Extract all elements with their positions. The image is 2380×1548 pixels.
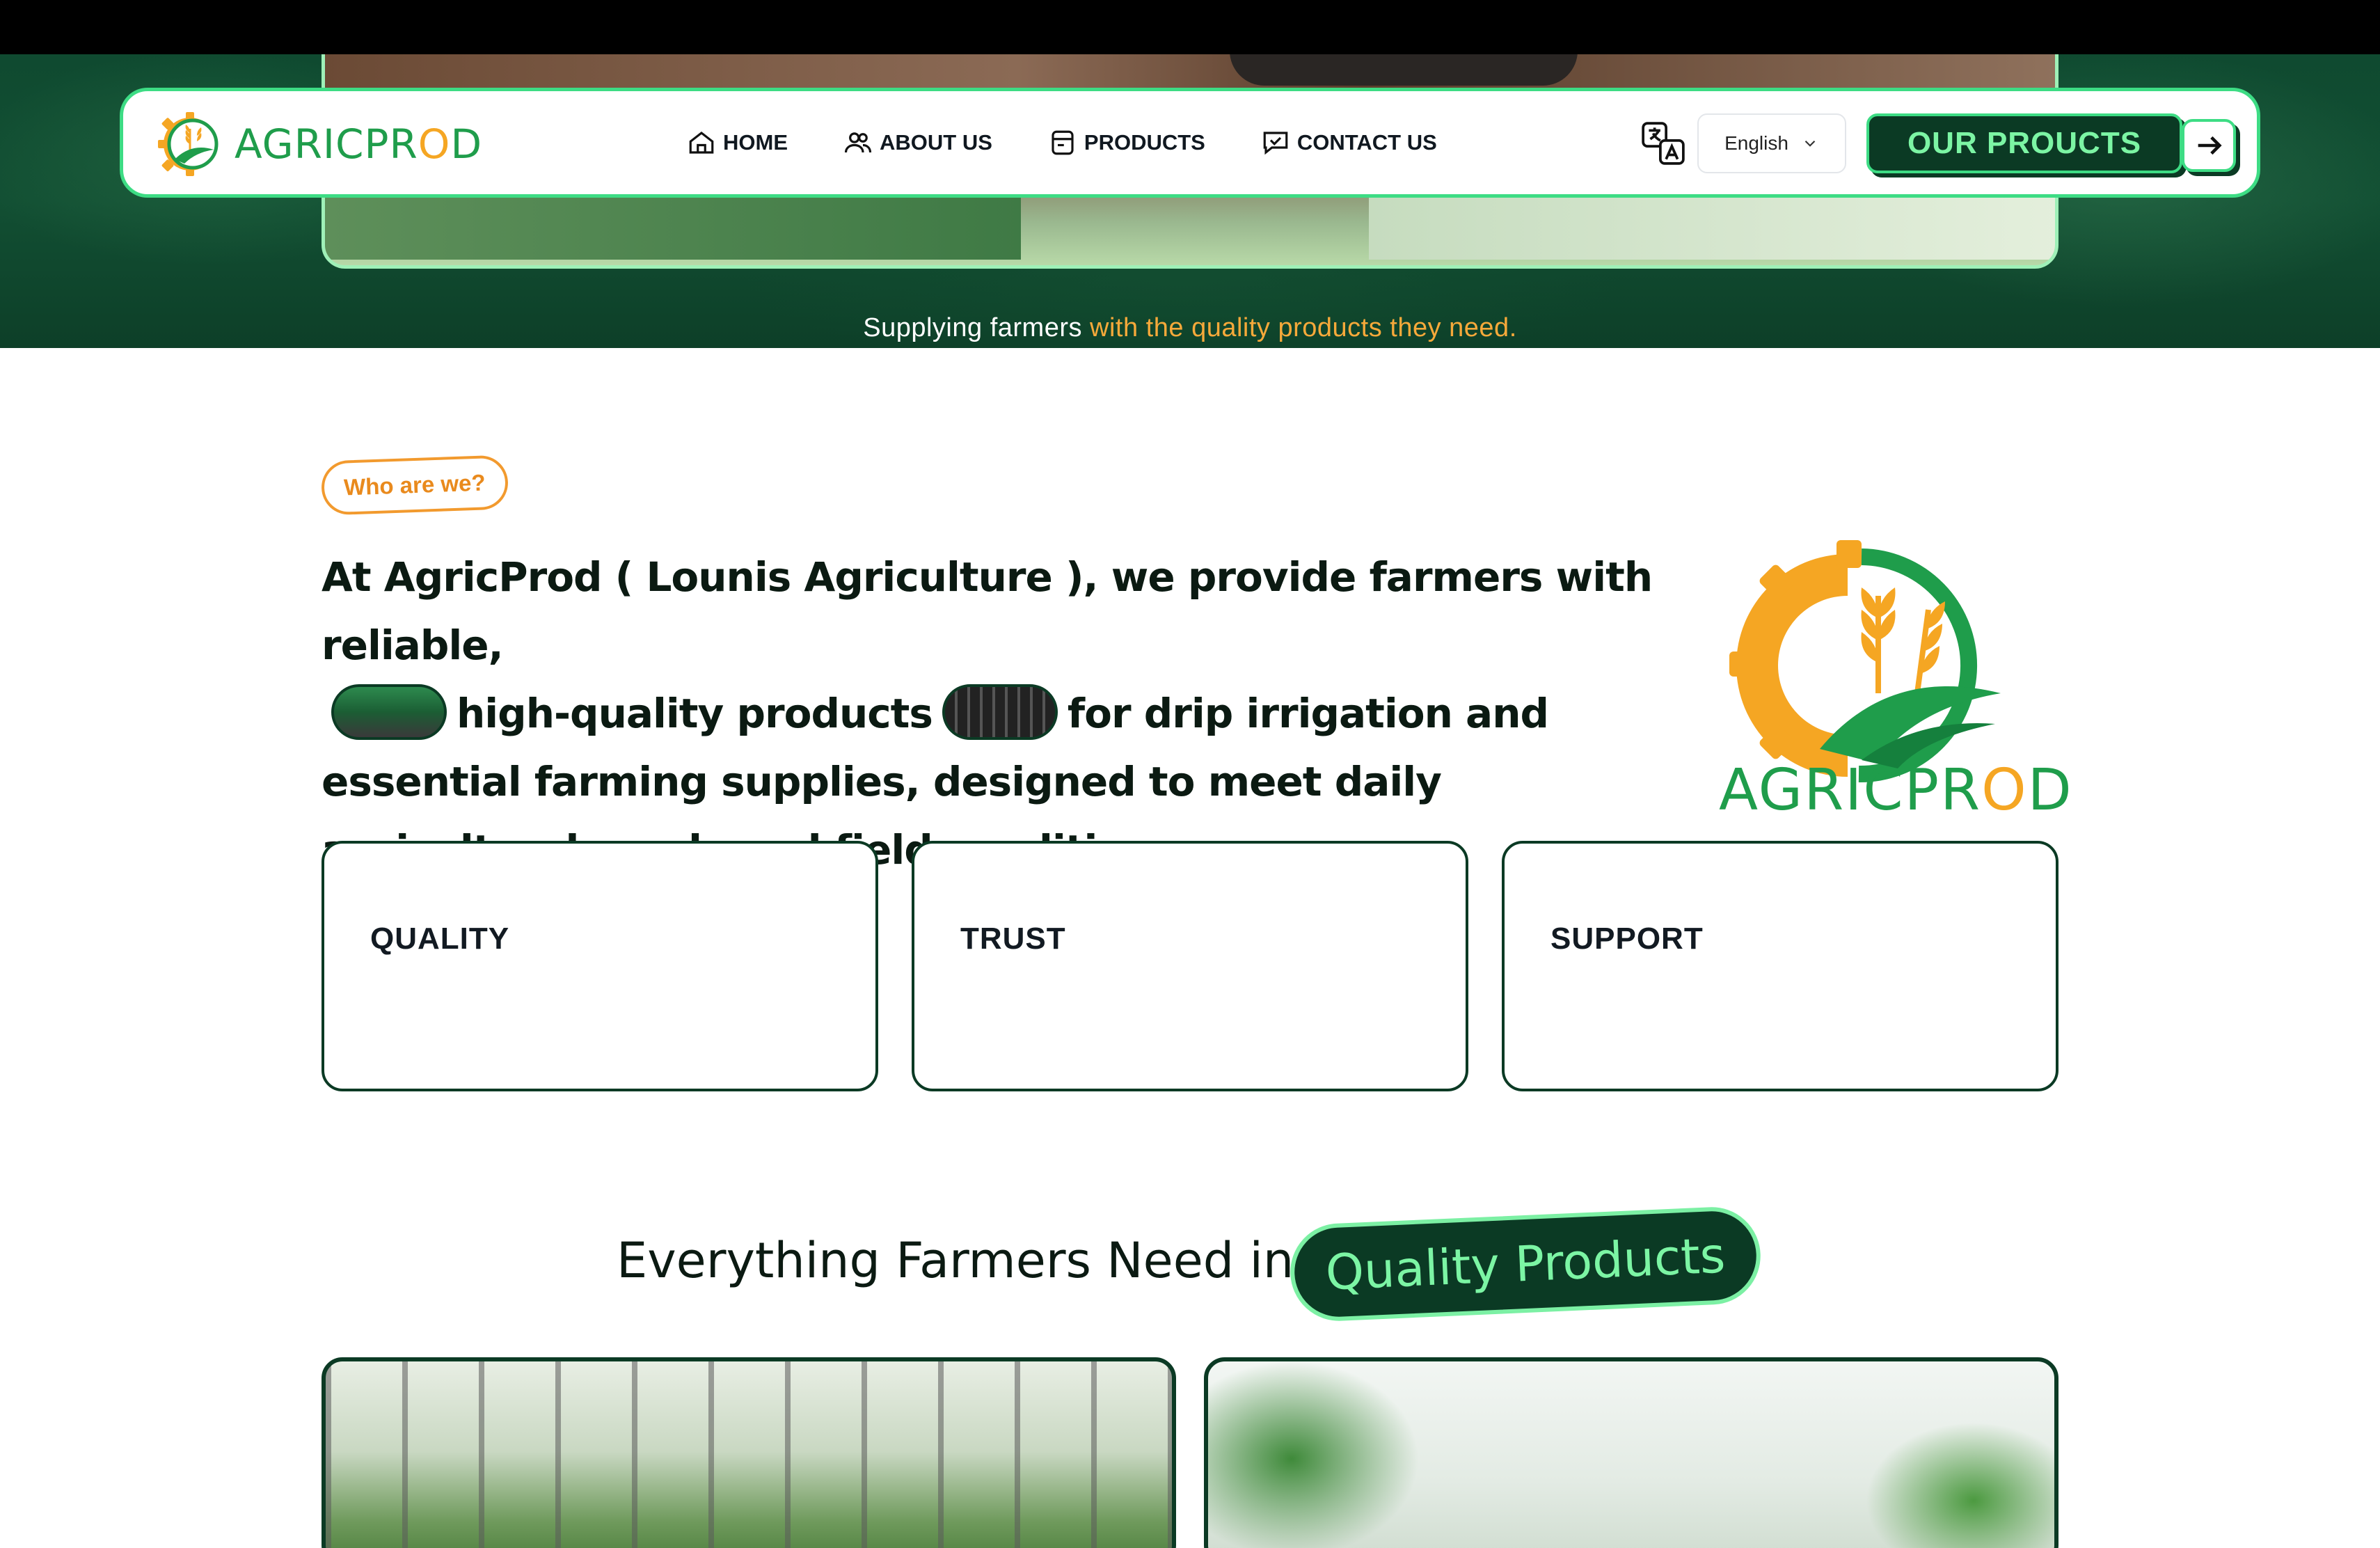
hero-tagline: Supplying farmers with the quality produ… (0, 313, 2380, 343)
product-card-tomato-greenhouse[interactable] (1204, 1357, 2058, 1548)
value-card-title: SUPPORT (1550, 922, 1704, 956)
products-section-heading: Everything Farmers Need in (617, 1232, 1294, 1289)
box-icon (1052, 130, 1074, 155)
cta-arrow-button[interactable] (2182, 119, 2236, 172)
value-card-quality: QUALITY (322, 841, 878, 1091)
seed-tray-thumbnail (942, 684, 1058, 740)
chat-icon (1263, 132, 1288, 155)
nav-contact-us[interactable]: CONTACT US (1261, 128, 1437, 157)
nav-about-us[interactable]: ABOUT US (843, 128, 992, 157)
nav-home[interactable]: HOME (687, 128, 788, 157)
logo-icon (158, 112, 219, 176)
value-card-title: TRUST (960, 922, 1066, 956)
our-products-button[interactable]: OUR PROUCTS (1866, 113, 2182, 173)
translate-icon[interactable] (1640, 120, 1686, 166)
quality-products-pill: Quality Products (1288, 1205, 1763, 1323)
who-are-we-pill: Who are we? (320, 455, 509, 516)
brand-name: AGRICPROD (235, 120, 483, 168)
value-card-trust: TRUST (912, 841, 1468, 1091)
nav-links: HOME ABOUT US PRODUCTS CONTACT US (687, 91, 1493, 194)
chevron-down-icon (1804, 140, 1816, 147)
hero-tagline-accent: with the quality products they need. (1090, 313, 1517, 342)
value-card-title: QUALITY (370, 922, 510, 956)
value-card-support: SUPPORT (1502, 841, 2058, 1091)
navigation-bar: AGRICPROD HOME ABOUT US PRODUCTS CONTACT… (120, 88, 2260, 198)
product-card-greenhouse[interactable] (322, 1357, 1176, 1548)
agricprod-logo-text: AGRICPROD (1719, 757, 2073, 823)
about-paragraph: At AgricProd ( Lounis Agriculture ), we … (322, 553, 1653, 874)
brand-logo[interactable]: AGRICPROD (155, 109, 482, 179)
nav-products[interactable]: PRODUCTS (1048, 128, 1205, 157)
top-black-bar (0, 0, 2380, 54)
home-icon (689, 132, 714, 154)
language-select[interactable]: English (1697, 113, 1846, 173)
arrow-right-icon (2198, 136, 2222, 155)
users-icon (844, 132, 872, 153)
hero-tagline-text: Supplying farmers (863, 313, 1090, 342)
drip-pipe-thumbnail (331, 684, 447, 740)
